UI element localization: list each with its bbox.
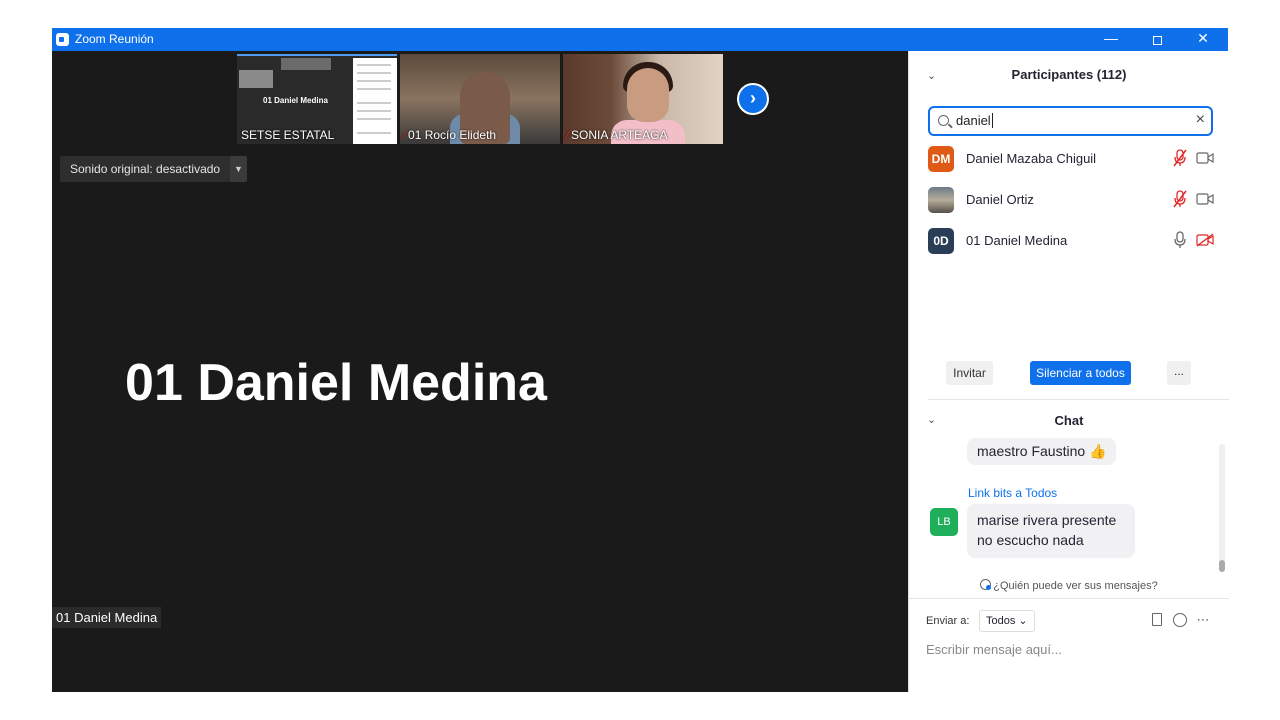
shared-screen-preview [353, 58, 397, 144]
video-camera-icon[interactable] [1196, 192, 1214, 206]
search-query: daniel [956, 113, 993, 128]
participant-row[interactable]: Daniel Ortiz [928, 186, 1218, 214]
chat-scrollbar[interactable] [1219, 444, 1225, 570]
who-can-see-link[interactable]: ¿Quién puede ver sus mensajes? [909, 579, 1229, 592]
video-area: 01 Daniel Medina SETSE ESTATAL ⁄ 01 Rocío… [52, 51, 908, 692]
video-camera-icon[interactable] [1196, 151, 1214, 165]
chat-scrollbar-thumb[interactable] [1219, 560, 1225, 572]
chat-sender[interactable]: Link bits a Todos [968, 486, 1057, 500]
restore-icon [1152, 36, 1162, 45]
next-page-button[interactable]: › [737, 83, 769, 115]
invite-button[interactable]: Invitar [946, 361, 993, 385]
muted-mic-icon[interactable] [1173, 149, 1187, 167]
zoom-app-icon [56, 33, 69, 46]
maximize-button[interactable] [1134, 28, 1180, 51]
muted-mic-icon[interactable] [1173, 190, 1187, 208]
avatar [928, 187, 954, 213]
chat-message-line: no escucho nada [977, 532, 1084, 548]
chat-compose-input[interactable]: Escribir mensaje aquí... [926, 642, 1062, 657]
side-panel: ⌄ Participantes (112) daniel × DM Daniel… [908, 51, 1229, 692]
speaker-name-tag: 01 Daniel Medina [52, 607, 162, 628]
chat-message: maestro Faustino 👍 [967, 438, 1117, 465]
clear-search-icon[interactable]: × [1196, 111, 1205, 129]
emoji-button[interactable] [1171, 611, 1189, 629]
participant-name: 01 Daniel Medina [966, 233, 1068, 248]
thumbnail-inner-text: 01 Daniel Medina [263, 96, 328, 105]
window-title: Zoom Reunión [75, 32, 154, 46]
person-icon [980, 579, 992, 590]
minimize-button[interactable]: — [1088, 28, 1134, 51]
active-speaker-name: 01 Daniel Medina [125, 354, 547, 412]
send-to-label: Enviar a: [926, 615, 970, 627]
chat-header: Chat [1054, 413, 1084, 428]
avatar: DM [928, 146, 954, 172]
more-options-button[interactable]: ... [1167, 361, 1191, 385]
chat-message: marise rivera presente no escucho nada [967, 504, 1135, 558]
chat-message-line: marise rivera presente [977, 512, 1117, 528]
thumbnail-label: 01 Rocío Elideth [408, 128, 497, 142]
send-file-button[interactable] [1148, 611, 1166, 629]
participant-name: Daniel Ortiz [966, 192, 1034, 207]
thumbnail-label: SETSE ESTATAL [241, 128, 335, 142]
mic-icon[interactable] [1173, 231, 1187, 249]
avatar: 0D [928, 228, 954, 254]
avatar: LB [930, 508, 958, 536]
chat-more-button[interactable]: ⋯ [1194, 611, 1212, 629]
video-off-icon[interactable] [1196, 233, 1214, 247]
participant-row[interactable]: 0D 01 Daniel Medina [928, 227, 1218, 255]
emoji-icon [1173, 613, 1187, 627]
participant-thumbnail[interactable]: ⁄ 01 Rocío Elideth [400, 54, 560, 144]
caret-down-icon: ▼ [234, 164, 243, 174]
thumbnail-label: SONIA ARTEAGA [571, 128, 668, 142]
panel-divider [928, 399, 1229, 400]
compose-divider [909, 598, 1229, 599]
mute-all-button[interactable]: Silenciar a todos [1030, 361, 1131, 385]
participant-thumbnail[interactable]: 01 Daniel Medina SETSE ESTATAL [237, 54, 397, 144]
participants-header: Participantes (112) [1011, 67, 1127, 82]
zoom-window: Zoom Reunión — ✕ 01 Daniel Medina SETSE … [52, 28, 1229, 692]
file-icon [1152, 613, 1162, 626]
send-to-select[interactable]: Todos ⌄ [979, 610, 1035, 632]
title-bar: Zoom Reunión — ✕ [52, 28, 1228, 51]
participant-name: Daniel Mazaba Chiguil [966, 151, 1097, 166]
muted-mic-icon: ⁄ [567, 128, 570, 142]
chevron-right-icon: › [750, 88, 756, 108]
participant-row[interactable]: DM Daniel Mazaba Chiguil [928, 145, 1218, 173]
search-icon [938, 115, 949, 126]
close-button[interactable]: ✕ [1180, 28, 1226, 51]
original-sound-button[interactable]: Sonido original: desactivado [60, 156, 231, 182]
participant-thumbnail[interactable]: ⁄ SONIA ARTEAGA [563, 54, 723, 144]
participant-search-input[interactable]: daniel × [928, 106, 1213, 136]
original-sound-dropdown[interactable]: ▼ [230, 156, 247, 182]
muted-mic-icon: ⁄ [404, 128, 407, 142]
chevron-down-icon: ⌄ [1018, 615, 1028, 627]
